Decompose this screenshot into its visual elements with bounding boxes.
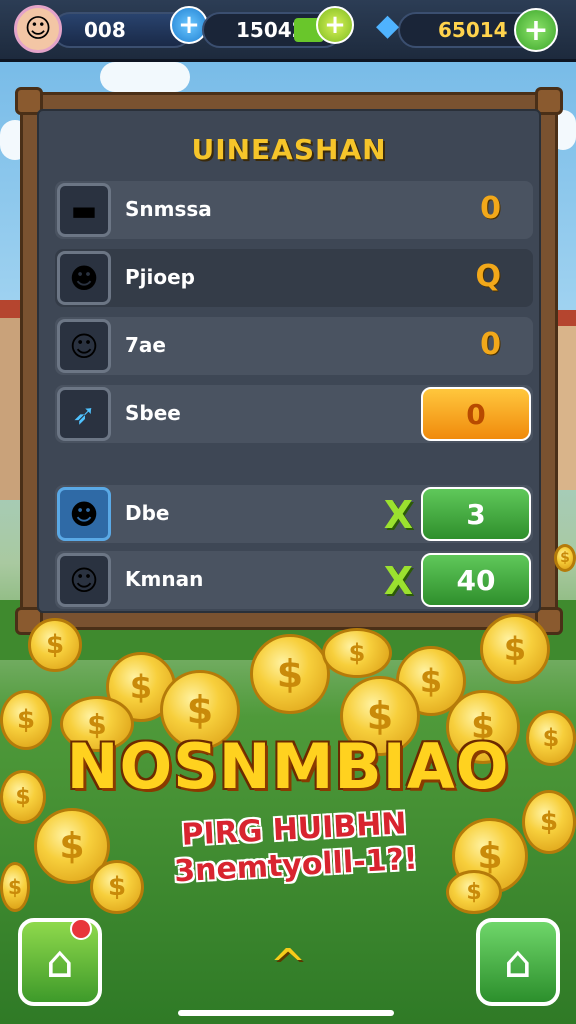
home-button[interactable]: ⌂ bbox=[18, 918, 102, 1006]
feather-icon: ➶ bbox=[57, 387, 111, 441]
boy-avatar-icon: ☻ bbox=[57, 251, 111, 305]
x-mark-icon: X bbox=[383, 493, 413, 537]
row-name: 7ae bbox=[125, 333, 166, 357]
x-mark-icon: X bbox=[383, 559, 413, 603]
gem-icon: ◆ bbox=[376, 8, 400, 43]
coin-icon: $ bbox=[250, 634, 330, 714]
reward-button[interactable]: 40 bbox=[421, 553, 531, 607]
list-item[interactable]: ➶ Sbee 0 bbox=[55, 385, 533, 443]
row-value: 0 bbox=[480, 191, 501, 226]
list-item[interactable]: ☺ Kmnan X 40 bbox=[55, 551, 533, 609]
add-gems-button[interactable]: + bbox=[514, 8, 558, 52]
cloud bbox=[100, 62, 190, 92]
row-name: Kmnan bbox=[125, 567, 204, 591]
panel-title: UINEASHAN bbox=[191, 133, 387, 166]
row-name: Sbee bbox=[125, 401, 181, 425]
row-value: 0 bbox=[480, 327, 501, 362]
gold-bar-icon: ▬ bbox=[57, 183, 111, 237]
row-name: Dbe bbox=[125, 501, 170, 525]
home-indicator[interactable] bbox=[178, 1010, 394, 1016]
claim-button[interactable]: 0 bbox=[421, 387, 531, 441]
pink-hat-avatar-icon: ☻ bbox=[57, 487, 111, 541]
coin-icon: $ bbox=[0, 862, 30, 912]
notification-badge bbox=[70, 918, 92, 940]
panel-body: UINEASHAN ▬ Snmssa 0 ☻ Pjioep Q ☺ 7ae 0 … bbox=[37, 109, 541, 613]
gems-value: 65014 bbox=[438, 18, 508, 42]
leaderboard-panel: UINEASHAN ▬ Snmssa 0 ☻ Pjioep Q ☺ 7ae 0 … bbox=[15, 87, 563, 635]
row-name: Snmssa bbox=[125, 197, 212, 221]
coin-icon: $ bbox=[480, 614, 550, 684]
house-icon: ⌂ bbox=[46, 936, 74, 988]
coin-icon: $ bbox=[554, 544, 576, 572]
blonde-avatar-icon: ☺ bbox=[57, 553, 111, 607]
banner-subtitle: PIRG HUIBHN 3nemtyolll-1?! bbox=[148, 804, 441, 891]
reward-button[interactable]: 3 bbox=[421, 487, 531, 541]
player-avatar[interactable]: ☺ bbox=[14, 5, 62, 53]
face-icon: ☺ bbox=[24, 14, 52, 44]
add-coins-button[interactable]: + bbox=[316, 6, 354, 44]
list-item[interactable]: ☻ Pjioep Q bbox=[55, 249, 533, 307]
shop-button[interactable]: ⌂ bbox=[476, 918, 560, 1006]
girl-avatar-icon: ☺ bbox=[57, 319, 111, 373]
row-value: Q bbox=[475, 259, 501, 294]
coin-icon: $ bbox=[446, 870, 502, 914]
chevron-up-icon[interactable]: ^ bbox=[262, 940, 314, 991]
coin-icon: $ bbox=[322, 628, 392, 678]
coin-icon: $ bbox=[28, 618, 82, 672]
store-icon: ⌂ bbox=[504, 936, 532, 988]
coin-icon: $ bbox=[90, 860, 144, 914]
list-item[interactable]: ☺ 7ae 0 bbox=[55, 317, 533, 375]
row-name: Pjioep bbox=[125, 265, 195, 289]
list-item[interactable]: ▬ Snmssa 0 bbox=[55, 181, 533, 239]
top-bar: 008 ☺ + 15042 + 65014 ◆ + bbox=[0, 0, 576, 62]
list-item[interactable]: ☻ Dbe X 3 bbox=[55, 485, 533, 543]
level-value: 008 bbox=[84, 18, 126, 42]
banner-title: NOSNMBIAO bbox=[66, 730, 510, 803]
